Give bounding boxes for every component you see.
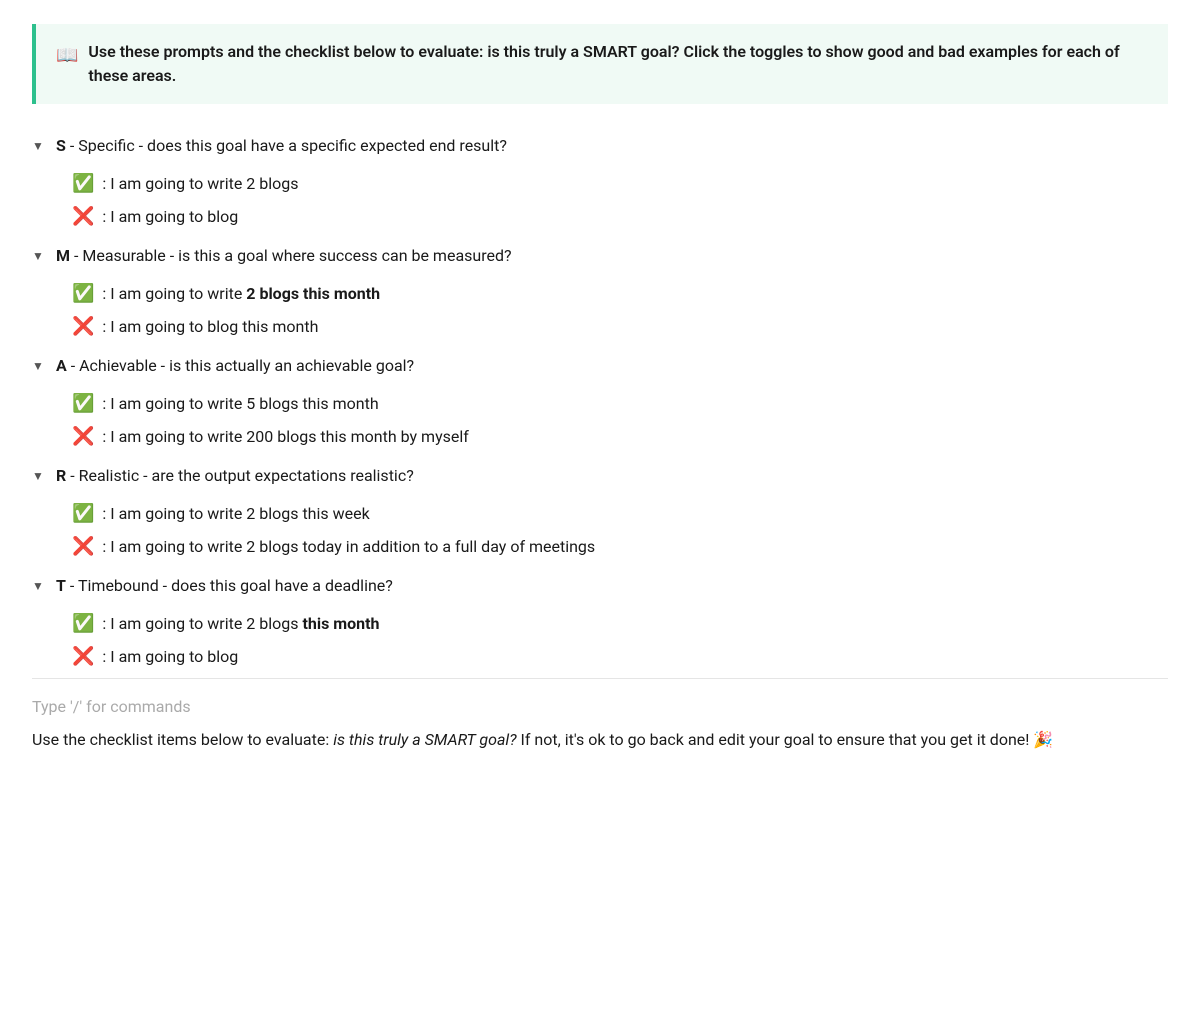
smart-section-M: ▼ M - Measurable - is this a goal where s…	[32, 238, 1168, 340]
check-icon: ✅	[72, 500, 94, 527]
bottom-text-suffix: If not, it's ok to go back and edit your…	[517, 730, 1054, 749]
example-text-S-0: : I am going to write 2 blogs	[102, 172, 298, 196]
section-title-R: R - Realistic - are the output expectati…	[56, 464, 414, 488]
example-row-R-1: ❌ : I am going to write 2 blogs today in …	[72, 533, 1168, 560]
smart-section-R: ▼ R - Realistic - are the output expectat…	[32, 458, 1168, 560]
cross-icon: ❌	[72, 203, 94, 230]
callout-text: Use these prompts and the checklist belo…	[88, 40, 1148, 88]
section-header-A[interactable]: ▼ A - Achievable - is this actually an ac…	[32, 348, 1168, 384]
divider	[32, 678, 1168, 679]
section-header-T[interactable]: ▼ T - Timebound - does this goal have a d…	[32, 568, 1168, 604]
section-header-R[interactable]: ▼ R - Realistic - are the output expectat…	[32, 458, 1168, 494]
example-row-A-0: ✅ : I am going to write 5 blogs this mont…	[72, 390, 1168, 417]
example-row-A-1: ❌ : I am going to write 200 blogs this mo…	[72, 423, 1168, 450]
example-text-T-1: : I am going to blog	[102, 645, 238, 669]
example-row-M-1: ❌ : I am going to blog this month	[72, 313, 1168, 340]
section-examples-S: ✅ : I am going to write 2 blogs ❌ : I am go…	[72, 170, 1168, 230]
bottom-text-prefix: Use the checklist items below to evaluat…	[32, 730, 333, 749]
section-examples-M: ✅ : I am going to write 2 blogs this mont…	[72, 280, 1168, 340]
toggle-arrow-T: ▼	[32, 577, 48, 595]
smart-section-S: ▼ S - Specific - does this goal have a sp…	[32, 128, 1168, 230]
example-text-A-0: : I am going to write 5 blogs this month	[102, 392, 378, 416]
example-row-T-1: ❌ : I am going to blog	[72, 643, 1168, 670]
example-row-T-0: ✅ : I am going to write 2 blogs this mont…	[72, 610, 1168, 637]
callout-icon: 📖	[56, 42, 78, 69]
check-icon: ✅	[72, 390, 94, 417]
smart-section-T: ▼ T - Timebound - does this goal have a d…	[32, 568, 1168, 670]
section-title-T: T - Timebound - does this goal have a de…	[56, 574, 393, 598]
cross-icon: ❌	[72, 313, 94, 340]
example-text-S-1: : I am going to blog	[102, 205, 238, 229]
check-icon: ✅	[72, 170, 94, 197]
example-text-T-0: : I am going to write 2 blogs this month	[102, 612, 379, 636]
toggle-arrow-R: ▼	[32, 467, 48, 485]
example-text-M-0: : I am going to write 2 blogs this month	[102, 282, 380, 306]
example-text-R-1: : I am going to write 2 blogs today in a…	[102, 535, 595, 559]
smart-section-A: ▼ A - Achievable - is this actually an ac…	[32, 348, 1168, 450]
section-title-A: A - Achievable - is this actually an ach…	[56, 354, 414, 378]
example-row-R-0: ✅ : I am going to write 2 blogs this week	[72, 500, 1168, 527]
bottom-description: Use the checklist items below to evaluat…	[32, 727, 1168, 753]
section-examples-R: ✅ : I am going to write 2 blogs this week…	[72, 500, 1168, 560]
bottom-text-italic: is this truly a SMART goal?	[333, 730, 516, 749]
cross-icon: ❌	[72, 643, 94, 670]
example-text-R-0: : I am going to write 2 blogs this week	[102, 502, 369, 526]
example-row-M-0: ✅ : I am going to write 2 blogs this mont…	[72, 280, 1168, 307]
toggle-arrow-S: ▼	[32, 137, 48, 155]
section-examples-T: ✅ : I am going to write 2 blogs this mont…	[72, 610, 1168, 670]
example-row-S-1: ❌ : I am going to blog	[72, 203, 1168, 230]
example-text-M-1: : I am going to blog this month	[102, 315, 318, 339]
section-examples-A: ✅ : I am going to write 5 blogs this mont…	[72, 390, 1168, 450]
check-icon: ✅	[72, 280, 94, 307]
section-title-M: M - Measurable - is this a goal where su…	[56, 244, 512, 268]
cross-icon: ❌	[72, 423, 94, 450]
section-title-S: S - Specific - does this goal have a spe…	[56, 134, 507, 158]
section-header-S[interactable]: ▼ S - Specific - does this goal have a sp…	[32, 128, 1168, 164]
toggle-arrow-M: ▼	[32, 247, 48, 265]
check-icon: ✅	[72, 610, 94, 637]
section-header-M[interactable]: ▼ M - Measurable - is this a goal where s…	[32, 238, 1168, 274]
example-text-A-1: : I am going to write 200 blogs this mon…	[102, 425, 468, 449]
placeholder-text[interactable]: Type '/' for commands	[32, 695, 1168, 719]
cross-icon: ❌	[72, 533, 94, 560]
example-row-S-0: ✅ : I am going to write 2 blogs	[72, 170, 1168, 197]
callout-box: 📖 Use these prompts and the checklist be…	[32, 24, 1168, 104]
toggle-arrow-A: ▼	[32, 357, 48, 375]
smart-sections: ▼ S - Specific - does this goal have a sp…	[32, 128, 1168, 670]
